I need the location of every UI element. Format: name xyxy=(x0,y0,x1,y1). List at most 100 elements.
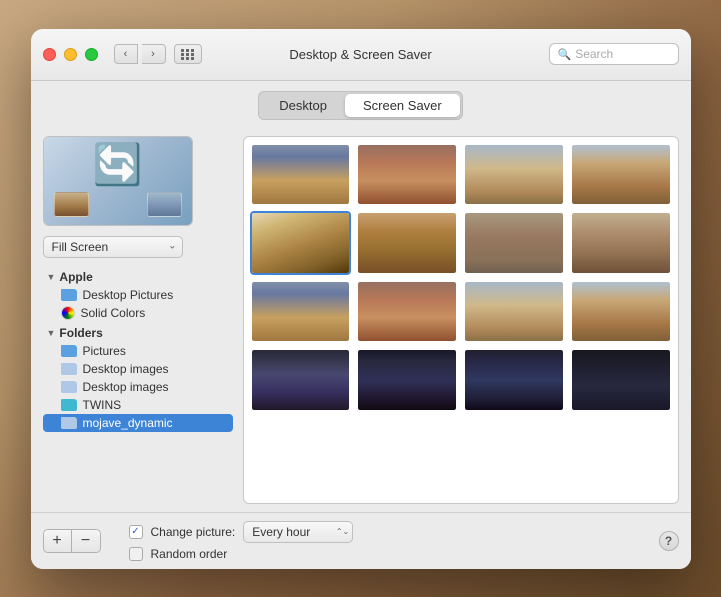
random-order-checkbox[interactable]: ✓ xyxy=(129,547,143,561)
collapse-arrow-icon: ▼ xyxy=(47,272,56,282)
thumbnail-item[interactable] xyxy=(356,143,458,207)
interval-dropdown-wrapper: Every 5 seconds Every minute Every 5 min… xyxy=(243,521,353,543)
thumbnail-image xyxy=(358,213,456,273)
grid-dots-icon xyxy=(181,49,195,60)
preview-image: 🔄 xyxy=(44,137,192,225)
thumbnail-item[interactable] xyxy=(570,211,672,275)
thumbnail-image xyxy=(252,213,350,273)
thumbnail-image xyxy=(465,282,563,342)
left-panel: 🔄 Fill Screen Fit to Screen Stretch to F… xyxy=(43,136,233,504)
interval-select[interactable]: Every 5 seconds Every minute Every 5 min… xyxy=(243,521,353,543)
thumbnail-item[interactable] xyxy=(570,143,672,207)
folder-blue-icon xyxy=(61,289,77,301)
search-icon: 🔍 xyxy=(558,48,572,61)
apple-section-label: Apple xyxy=(59,270,92,284)
folder-icon xyxy=(61,417,77,429)
thumbnail-image xyxy=(358,282,456,342)
tab-screensaver[interactable]: Screen Saver xyxy=(345,94,460,117)
search-box[interactable]: 🔍 Search xyxy=(549,43,679,65)
folder-icon xyxy=(61,381,77,393)
thumbnail-image xyxy=(465,350,563,410)
thumbnail-item[interactable] xyxy=(356,348,458,412)
sidebar-item-label: Desktop images xyxy=(83,362,169,376)
sidebar-item-label: Solid Colors xyxy=(81,306,146,320)
color-wheel-icon xyxy=(61,306,75,320)
sidebar-item-desktop-images-1[interactable]: Desktop images xyxy=(43,360,233,378)
main-content: 🔄 Fill Screen Fit to Screen Stretch to F… xyxy=(31,128,691,512)
sidebar-item-mojave-dynamic[interactable]: mojave_dynamic xyxy=(43,414,233,432)
sidebar-tree: ▼ Apple Desktop Pictures Solid Colors xyxy=(43,268,233,504)
bottom-bar: + − ✓ Change picture: Every 5 seconds Ev… xyxy=(31,512,691,569)
thumbnail-item[interactable] xyxy=(463,348,565,412)
fill-dropdown: Fill Screen Fit to Screen Stretch to Fil… xyxy=(43,236,233,258)
thumbnail-image xyxy=(252,282,350,342)
folders-section-label: Folders xyxy=(59,326,102,340)
app-grid-button[interactable] xyxy=(174,44,202,64)
titlebar: ‹ › Desktop & Screen Saver 🔍 Search xyxy=(31,29,691,81)
thumbnail-item[interactable] xyxy=(463,143,565,207)
forward-button[interactable]: › xyxy=(142,44,166,64)
tab-group: Desktop Screen Saver xyxy=(258,91,462,120)
folder-icon xyxy=(61,345,77,357)
thumbnail-image xyxy=(358,145,456,205)
tree-header-folders[interactable]: ▼ Folders xyxy=(43,324,233,342)
thumbnail-item[interactable] xyxy=(463,280,565,344)
nav-buttons: ‹ › xyxy=(114,44,166,64)
tree-section-apple: ▼ Apple Desktop Pictures Solid Colors xyxy=(43,268,233,322)
preview-box: 🔄 xyxy=(43,136,193,226)
traffic-lights xyxy=(43,48,98,61)
forward-icon: › xyxy=(151,48,155,60)
thumbnail-image xyxy=(465,145,563,205)
change-picture-label: Change picture: xyxy=(151,525,236,539)
close-button[interactable] xyxy=(43,48,56,61)
window-title: Desktop & Screen Saver xyxy=(289,47,431,62)
add-button[interactable]: + xyxy=(44,530,72,552)
back-icon: ‹ xyxy=(124,48,128,60)
thumbnail-image xyxy=(358,350,456,410)
collapse-arrow-icon: ▼ xyxy=(47,328,56,338)
help-button[interactable]: ? xyxy=(659,531,679,551)
search-placeholder: Search xyxy=(575,47,613,61)
sidebar-item-desktop-images-2[interactable]: Desktop images xyxy=(43,378,233,396)
sidebar-item-solid-colors[interactable]: Solid Colors xyxy=(43,304,233,322)
sidebar-item-desktop-pictures[interactable]: Desktop Pictures xyxy=(43,286,233,304)
sidebar-item-twins[interactable]: TWINS xyxy=(43,396,233,414)
thumbnail-item[interactable] xyxy=(250,280,352,344)
thumbnail-image xyxy=(252,350,350,410)
fill-dropdown-wrapper: Fill Screen Fit to Screen Stretch to Fil… xyxy=(43,236,183,258)
back-button[interactable]: ‹ xyxy=(114,44,138,64)
thumbnail-item[interactable] xyxy=(356,280,458,344)
add-remove-buttons: + − xyxy=(43,529,101,553)
tab-desktop[interactable]: Desktop xyxy=(261,94,345,117)
tree-section-folders: ▼ Folders Pictures Desktop images Deskto… xyxy=(43,324,233,432)
thumbnail-image xyxy=(572,213,670,273)
thumbnail-item[interactable] xyxy=(250,348,352,412)
desktop-screensaver-window: ‹ › Desktop & Screen Saver 🔍 Search Desk… xyxy=(31,29,691,569)
fill-select[interactable]: Fill Screen Fit to Screen Stretch to Fil… xyxy=(43,236,183,258)
sidebar-item-label: mojave_dynamic xyxy=(83,416,173,430)
thumbnail-item[interactable] xyxy=(570,280,672,344)
folder-cyan-icon xyxy=(61,399,77,411)
maximize-button[interactable] xyxy=(85,48,98,61)
minimize-button[interactable] xyxy=(64,48,77,61)
sidebar-item-label: Desktop Pictures xyxy=(83,288,174,302)
sidebar-item-label: Pictures xyxy=(83,344,126,358)
thumbnail-grid xyxy=(250,143,672,412)
tabs-bar: Desktop Screen Saver xyxy=(31,81,691,128)
thumbnail-item-selected[interactable] xyxy=(250,211,352,275)
thumbnail-image xyxy=(572,145,670,205)
sidebar-item-label: Desktop images xyxy=(83,380,169,394)
thumbnail-item[interactable] xyxy=(250,143,352,207)
change-picture-checkbox[interactable]: ✓ xyxy=(129,525,143,539)
thumbnail-item[interactable] xyxy=(570,348,672,412)
thumbnail-item[interactable] xyxy=(463,211,565,275)
sidebar-item-label: TWINS xyxy=(83,398,122,412)
thumbnail-image xyxy=(572,350,670,410)
remove-button[interactable]: − xyxy=(72,530,100,552)
sidebar-item-pictures[interactable]: Pictures xyxy=(43,342,233,360)
thumbnail-grid-panel xyxy=(243,136,679,504)
thumbnail-image xyxy=(252,145,350,205)
random-order-label: Random order xyxy=(151,547,228,561)
tree-header-apple[interactable]: ▼ Apple xyxy=(43,268,233,286)
thumbnail-item[interactable] xyxy=(356,211,458,275)
